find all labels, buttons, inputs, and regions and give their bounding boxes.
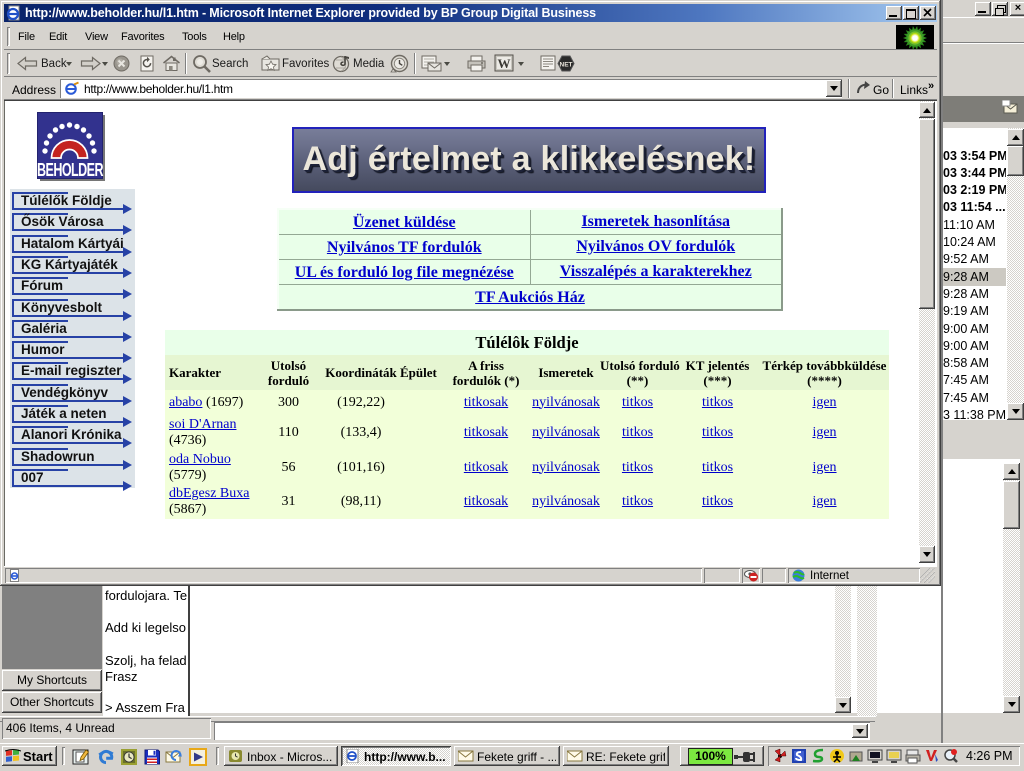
svg-text:W: W bbox=[498, 56, 511, 71]
svg-text:BEHOLDER: BEHOLDER bbox=[37, 161, 103, 181]
svg-text:NET: NET bbox=[560, 62, 573, 69]
